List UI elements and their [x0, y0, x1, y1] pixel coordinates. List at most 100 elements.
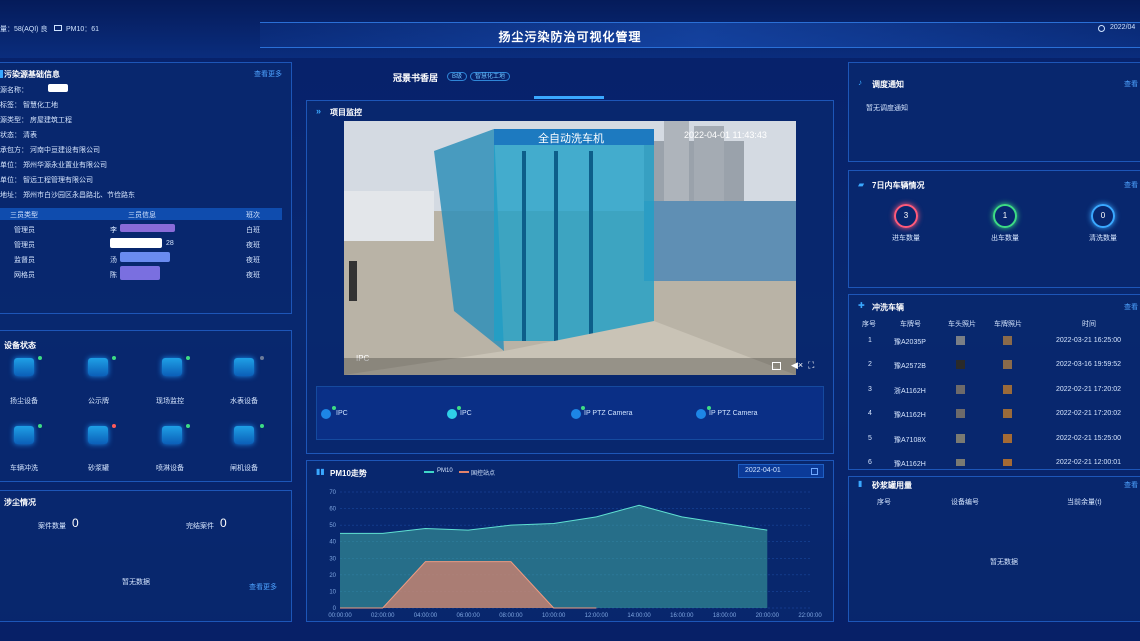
mute-icon[interactable]: ◀× — [791, 360, 803, 371]
x-tick-label: 22:00:00 — [798, 613, 822, 619]
cases-more-link[interactable]: 查看更多 — [249, 582, 277, 592]
staff-row-1-type: 管理员 — [14, 242, 35, 249]
sprinkler-icon[interactable] — [162, 426, 182, 444]
pm10-chart-icon: ▮▮ — [316, 467, 325, 476]
legend-pm10-label: PM10 — [437, 468, 453, 474]
bell-icon: ♪ — [858, 78, 862, 87]
staff-row-1-info: 28 — [166, 240, 174, 247]
dispatch-more-link[interactable]: 查看 — [1124, 79, 1138, 89]
staff-row-3-info: 陈 — [110, 272, 117, 279]
x-tick-label: 14:00:00 — [627, 613, 651, 619]
fullscreen-icon[interactable]: ⛶ — [808, 360, 814, 371]
in-vehicle-label: 进车数量 — [892, 235, 920, 242]
camera-0-label[interactable]: IPC — [336, 410, 348, 417]
wash-count-label: 清洗数量 — [1089, 235, 1117, 242]
staff-row-0-info: 李 — [110, 227, 117, 234]
camera-3-label[interactable]: IP PTZ Camera — [709, 410, 758, 417]
case-count-value: 0 — [72, 516, 79, 530]
staff-header-info: 三员信息 — [128, 212, 156, 219]
camera-1-icon[interactable] — [447, 409, 457, 419]
mortar-more-link[interactable]: 查看 — [1124, 480, 1138, 490]
wash-row-0-plate-photo[interactable] — [1003, 336, 1012, 345]
wash-row-2-plate-photo[interactable] — [1003, 385, 1012, 394]
video-feed[interactable] — [344, 121, 796, 375]
notice-board-icon[interactable] — [88, 358, 108, 376]
staff-row-2-info: 汤 — [110, 257, 117, 264]
wash-header-head-photo: 车头照片 — [948, 321, 976, 328]
y-tick-label: 50 — [329, 523, 336, 529]
wash-row-1-head-photo[interactable] — [956, 360, 965, 369]
wash-row-0-head-photo[interactable] — [956, 336, 965, 345]
wash-row-0-plate: 豫A2035P — [894, 339, 926, 346]
wash-row-3-time: 2022-02-21 17:20:02 — [1056, 410, 1121, 417]
notice-board-label: 公示牌 — [88, 398, 109, 405]
wash-row-1-plate-photo[interactable] — [1003, 360, 1012, 369]
vehicles-more-link[interactable]: 查看 — [1124, 180, 1138, 190]
info-row-4: 承包方： 河南中亘建设有限公司 — [0, 147, 100, 154]
info-title: 污染源基础信息 — [4, 70, 60, 79]
device-status-panel — [0, 330, 292, 482]
wash-row-2-plate: 浙A1162H — [894, 388, 926, 395]
redacted-staff-1 — [110, 238, 162, 248]
device-status-title: 设备状态 — [4, 341, 36, 350]
vehicle-wash-icon[interactable] — [14, 426, 34, 444]
mortar-tank-icon[interactable] — [88, 426, 108, 444]
water-meter-icon[interactable] — [234, 358, 254, 376]
staff-row-1-shift: 夜班 — [246, 242, 260, 249]
staff-row-3-type: 网格员 — [14, 272, 35, 279]
dispatch-empty-text: 暂无调度通知 — [866, 105, 908, 112]
dust-device-icon[interactable] — [14, 358, 34, 376]
wash-row-3-head-photo[interactable] — [956, 409, 965, 418]
legend-pm10-marker — [424, 471, 434, 473]
pm10-text: PM10：61 — [66, 26, 100, 33]
gate-device-label: 闸机设备 — [230, 465, 258, 472]
mortar-tank-label: 砂浆罐 — [88, 465, 109, 472]
sprinkler-status-dot — [186, 424, 190, 428]
dust-cases-panel — [0, 490, 292, 622]
pm10-date-picker[interactable]: 2022-04-01 — [738, 464, 824, 478]
clock-icon — [1098, 25, 1105, 32]
gate-device-icon[interactable] — [234, 426, 254, 444]
wash-row-3-plate-photo[interactable] — [1003, 409, 1012, 418]
site-monitor-status-dot — [186, 356, 190, 360]
cases-empty-text: 暂无数据 — [122, 579, 150, 586]
vehicle-wash-status-dot — [38, 424, 42, 428]
notice-board-status-dot — [112, 356, 116, 360]
camera-1-label[interactable]: IPC — [460, 410, 472, 417]
staff-row-0-shift: 白班 — [246, 227, 260, 234]
camera-2-label[interactable]: IP PTZ Camera — [584, 410, 633, 417]
wash-row-4-plate-photo[interactable] — [1003, 434, 1012, 443]
redacted-staff-0 — [120, 224, 175, 232]
site-monitor-icon[interactable] — [162, 358, 182, 376]
info-row-7: 地址： 郑州市白沙园区永昌路北、节俭路东 — [0, 192, 135, 199]
info-row-0: 源名称： — [0, 87, 28, 94]
x-tick-label: 16:00:00 — [670, 613, 694, 619]
camera-3-icon[interactable] — [696, 409, 706, 419]
mortar-header-remaining: 当前余量(t) — [1067, 499, 1102, 506]
wash-row-4-time: 2022-02-21 15:25:00 — [1056, 435, 1121, 442]
info-row-6: 单位： 智远工程管理有限公司 — [0, 177, 93, 184]
legend-limit-label: 国控站点 — [471, 471, 496, 477]
staff-row-0-type: 管理员 — [14, 227, 35, 234]
site-monitor-label: 现场监控 — [156, 398, 184, 405]
snapshot-icon[interactable] — [772, 362, 781, 370]
staff-row-2-shift: 夜班 — [246, 257, 260, 264]
wash-row-4-head-photo[interactable] — [956, 434, 965, 443]
page-title: 扬尘污染防治可视化管理 — [498, 30, 642, 44]
wash-row-2-head-photo[interactable] — [956, 385, 965, 394]
camera-0-icon[interactable] — [321, 409, 331, 419]
wash-row-5-head-photo[interactable] — [956, 459, 965, 466]
legend-limit-marker — [459, 471, 469, 473]
wash-row-0-no: 1 — [868, 337, 872, 344]
info-more-link[interactable]: 查看更多 — [254, 69, 282, 79]
x-tick-label: 04:00:00 — [414, 613, 438, 619]
wash-row-4-plate: 豫A7108X — [894, 437, 926, 444]
camera-2-icon[interactable] — [571, 409, 581, 419]
video-timestamp: 2022-04-01 11:43:43 — [684, 130, 767, 140]
wash-more-link[interactable]: 查看 — [1124, 302, 1138, 312]
truck-icon: ▰ — [858, 180, 865, 189]
y-tick-label: 20 — [329, 573, 336, 579]
redacted-name — [48, 84, 68, 92]
wash-row-5-plate-photo[interactable] — [1003, 459, 1012, 466]
wash-icon: ✚ — [858, 301, 865, 310]
